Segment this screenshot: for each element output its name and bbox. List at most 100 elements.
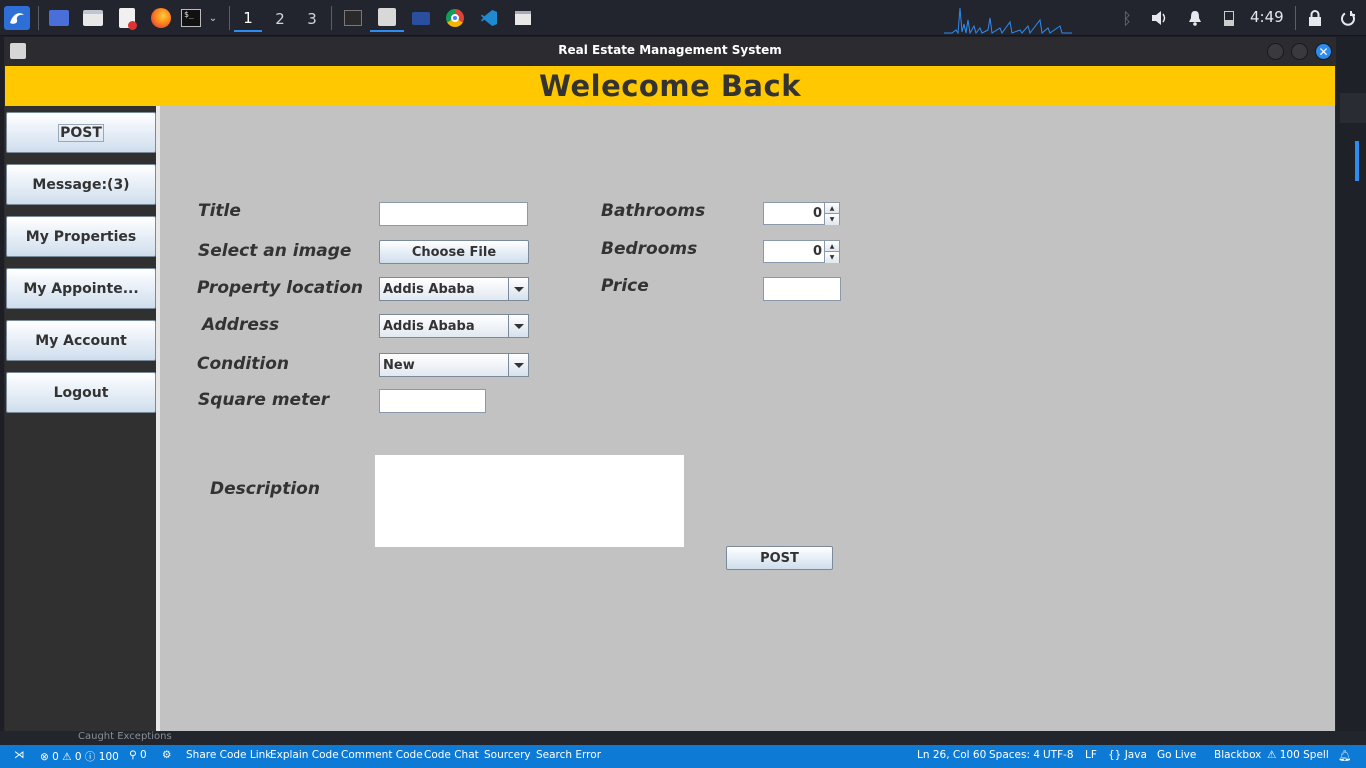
spinner-down-icon[interactable]: ▼: [824, 214, 839, 225]
text-editor-icon[interactable]: [115, 6, 139, 30]
spinner-up-icon[interactable]: ▲: [824, 241, 839, 252]
square-meter-label: Square meter: [198, 390, 330, 410]
sidebar-messages-button[interactable]: Message:(3): [6, 164, 156, 205]
indent-spaces[interactable]: Spaces: 4: [989, 749, 1040, 761]
terminal-window-icon[interactable]: [341, 6, 365, 30]
window-titlebar[interactable]: Real Estate Management System ✕: [4, 37, 1336, 65]
ide-breakpoints-strip: Caught Exceptions: [0, 731, 1366, 745]
window-title: Real Estate Management System: [558, 43, 782, 57]
sidebar-my-account-button[interactable]: My Account: [6, 320, 156, 361]
sidebar-item-label: My Appointe...: [23, 280, 139, 297]
choose-file-button[interactable]: Choose File: [379, 240, 529, 264]
sidebar-item-label: POST: [58, 123, 104, 142]
bluetooth-icon[interactable]: ᛒ: [1116, 6, 1138, 30]
sidebar-my-properties-button[interactable]: My Properties: [6, 216, 156, 257]
taskbar-separator: [1295, 6, 1296, 30]
workspace-3[interactable]: 3: [298, 6, 326, 32]
problems-indicator[interactable]: ⊗ 0 ⚠ 0 ⓘ 100: [40, 749, 119, 764]
bathrooms-spinner[interactable]: 0 ▲ ▼: [763, 202, 840, 225]
bedrooms-value: 0: [812, 244, 822, 259]
image-label: Select an image: [198, 241, 352, 261]
blackbox[interactable]: Blackbox: [1214, 749, 1261, 761]
sidebar-item-label: My Properties: [25, 228, 137, 245]
show-desktop-icon[interactable]: [47, 6, 71, 30]
ide-side-strip: [1336, 37, 1366, 745]
go-live[interactable]: Go Live: [1157, 749, 1196, 761]
address-label: Address: [202, 315, 280, 335]
power-icon[interactable]: [1337, 6, 1359, 30]
vscode-icon[interactable]: [477, 6, 501, 30]
spinner-down-icon[interactable]: ▼: [824, 252, 839, 263]
property-location-value: Addis Ababa: [383, 282, 475, 297]
share-code-link[interactable]: Share Code Link: [186, 749, 271, 761]
ide-panel-tab: [1340, 93, 1366, 123]
ide-scrollbar[interactable]: [1355, 141, 1359, 181]
chevron-down-icon[interactable]: [508, 315, 528, 337]
folder-icon[interactable]: [409, 6, 433, 30]
lock-icon[interactable]: [1304, 6, 1326, 30]
volume-icon[interactable]: [1149, 6, 1171, 30]
comment-code[interactable]: Comment Code: [341, 749, 423, 761]
property-location-label: Property location: [197, 278, 363, 298]
notifications-icon[interactable]: 🔔︎: [1338, 749, 1351, 762]
sidebar-my-appointments-button[interactable]: My Appointe...: [6, 268, 156, 309]
taskbar-separator: [229, 6, 230, 30]
welcome-banner: Welecome Back: [5, 66, 1335, 106]
close-icon: ✕: [1318, 44, 1329, 59]
remote-icon[interactable]: ⋊: [14, 749, 25, 761]
bedrooms-spinner[interactable]: 0 ▲ ▼: [763, 240, 840, 263]
dropdown-chevron-icon[interactable]: ⌄: [205, 6, 221, 30]
address-select[interactable]: Addis Ababa: [379, 314, 529, 338]
sidebar: POST Message:(3) My Properties My Appoin…: [5, 106, 156, 731]
debug-icon[interactable]: ⚙: [162, 749, 171, 761]
cpu-graph-icon: [944, 7, 1072, 34]
file-encoding[interactable]: UTF-8: [1043, 749, 1074, 761]
price-field[interactable]: [763, 277, 841, 301]
bedrooms-label: Bedrooms: [601, 239, 698, 259]
code-chat[interactable]: Code Chat: [424, 749, 479, 761]
price-label: Price: [601, 276, 649, 296]
kali-menu-icon[interactable]: [4, 6, 30, 30]
sidebar-post-button[interactable]: POST: [6, 112, 156, 153]
spell-check[interactable]: ⚠ 100 Spell: [1267, 749, 1329, 761]
file-manager-icon[interactable]: [81, 6, 105, 30]
notification-bell-icon[interactable]: [1184, 6, 1206, 30]
close-button[interactable]: ✕: [1315, 43, 1332, 60]
terminal-icon[interactable]: $_: [179, 6, 203, 30]
explain-code[interactable]: Explain Code: [270, 749, 339, 761]
minimize-button[interactable]: [1267, 43, 1284, 60]
workspace-1[interactable]: 1: [234, 6, 262, 32]
search-error[interactable]: Search Error: [536, 749, 601, 761]
sourcery[interactable]: Sourcery: [484, 749, 531, 761]
square-meter-field[interactable]: [379, 389, 486, 413]
title-field[interactable]: [379, 202, 528, 226]
window-icon[interactable]: [511, 6, 535, 30]
clock[interactable]: 4:49: [1250, 8, 1284, 26]
chevron-down-icon[interactable]: [508, 278, 528, 300]
ports-indicator[interactable]: ⚲ 0: [129, 749, 147, 761]
firefox-icon[interactable]: [149, 6, 173, 30]
post-submit-button[interactable]: POST: [726, 546, 833, 570]
bathrooms-label: Bathrooms: [601, 201, 706, 221]
sidebar-logout-button[interactable]: Logout: [6, 372, 156, 413]
sidebar-item-label: Logout: [53, 384, 109, 401]
taskbar-separator: [331, 6, 332, 30]
language-mode[interactable]: {} Java: [1108, 749, 1147, 761]
sidebar-item-label: Message:(3): [32, 176, 130, 193]
ide-status-bar: ⋊ ⊗ 0 ⚠ 0 ⓘ 100 ⚲ 0 ⚙ Share Code Link Ex…: [0, 745, 1366, 768]
chrome-icon[interactable]: [443, 6, 467, 30]
workspace-2[interactable]: 2: [266, 6, 294, 32]
java-app-icon[interactable]: [370, 4, 404, 32]
property-location-select[interactable]: Addis Ababa: [379, 277, 529, 301]
line-ending[interactable]: LF: [1085, 749, 1097, 761]
spinner-up-icon[interactable]: ▲: [824, 203, 839, 214]
condition-label: Condition: [197, 354, 289, 374]
caught-exceptions-text: Caught Exceptions: [78, 731, 172, 742]
cursor-position[interactable]: Ln 26, Col 60: [917, 749, 986, 761]
chevron-down-icon[interactable]: [508, 354, 528, 376]
description-textarea[interactable]: [375, 455, 684, 547]
app-window: Real Estate Management System ✕ Welecome…: [4, 37, 1336, 731]
maximize-button[interactable]: [1291, 43, 1308, 60]
battery-icon: [1218, 6, 1240, 30]
condition-select[interactable]: New: [379, 353, 529, 377]
